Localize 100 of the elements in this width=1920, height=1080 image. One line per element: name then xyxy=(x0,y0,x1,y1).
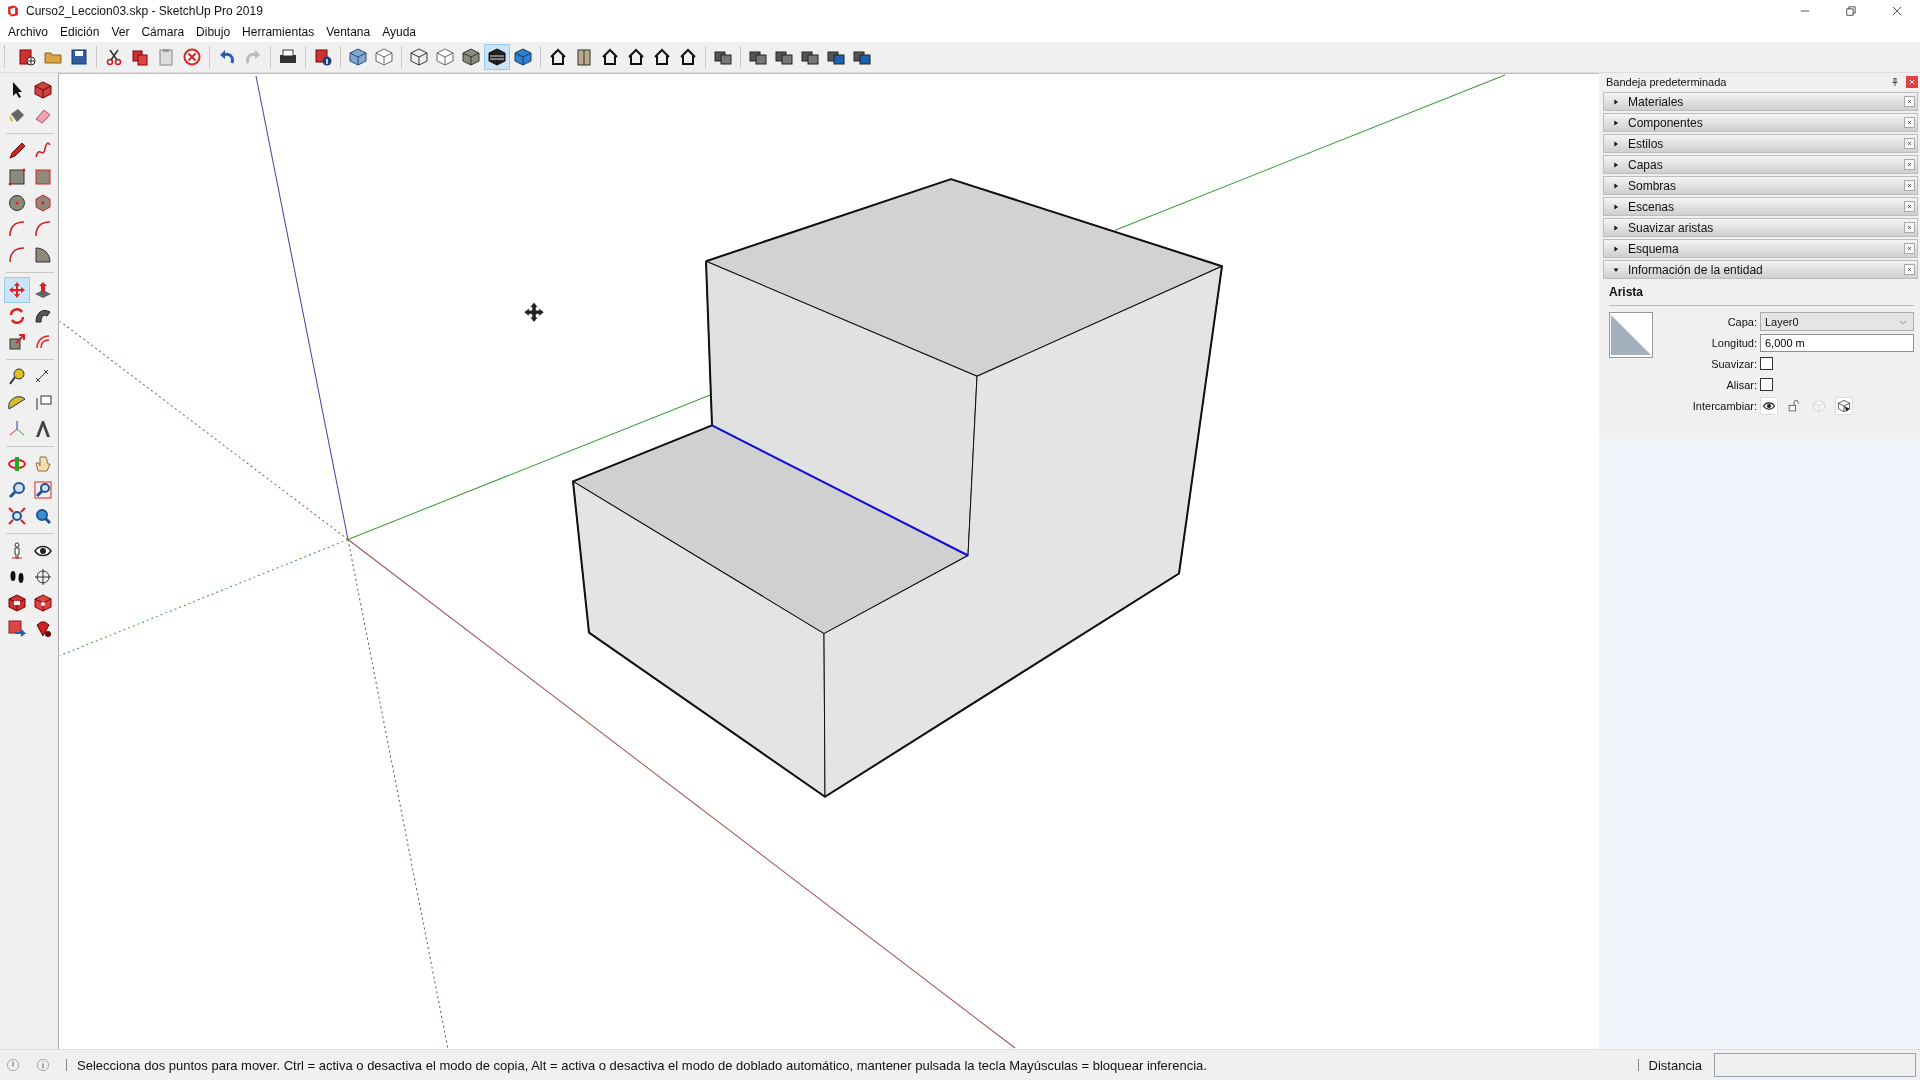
save-icon xyxy=(69,47,89,67)
arc-icon xyxy=(33,219,53,239)
panel-header[interactable]: Capas xyxy=(1603,155,1918,174)
striped-cube-button[interactable] xyxy=(484,44,510,70)
arc-icon xyxy=(7,245,27,265)
pin-icon xyxy=(1890,77,1900,87)
tray-close-button[interactable] xyxy=(1906,76,1918,88)
checkbox[interactable] xyxy=(1760,378,1773,391)
field-label: Longitud: xyxy=(1710,336,1757,349)
menu-item[interactable]: Ventana xyxy=(320,25,377,39)
scissors-icon xyxy=(104,47,124,67)
entity-type-heading: Arista xyxy=(1609,285,1644,299)
menu-item[interactable]: Herramientas xyxy=(236,25,321,39)
caret-right-icon xyxy=(1612,202,1620,211)
caret-right-icon xyxy=(1612,181,1620,190)
panel-header[interactable]: Escenas xyxy=(1603,197,1918,216)
menu-item[interactable]: Cámara xyxy=(135,25,191,39)
panel-header[interactable]: Materiales xyxy=(1603,92,1918,111)
solid-cube-icon xyxy=(513,47,533,67)
app-logo-icon xyxy=(6,4,20,18)
close-icon xyxy=(1908,78,1916,86)
tray-title: Bandeja predeterminada xyxy=(1606,76,1728,88)
checkbox[interactable] xyxy=(1760,357,1773,370)
field-label: Intercambiar: xyxy=(1691,399,1757,412)
polygon-icon xyxy=(33,193,53,213)
house-icon xyxy=(678,47,698,67)
restore-icon xyxy=(1844,4,1858,18)
menu-item[interactable]: Ayuda xyxy=(376,25,422,39)
model-info-icon xyxy=(313,47,333,67)
rectangle-icon xyxy=(7,167,27,187)
menu-item[interactable]: Dibujo xyxy=(190,25,237,39)
caret-right-icon xyxy=(1612,223,1620,232)
toggle-button[interactable] xyxy=(1835,396,1853,415)
panel-close-button[interactable] xyxy=(1904,138,1915,149)
close-icon xyxy=(1906,224,1913,231)
close-icon xyxy=(1906,161,1913,168)
caret-right-icon xyxy=(1612,160,1620,169)
padlock-icon xyxy=(1787,398,1801,413)
panel-close-button[interactable] xyxy=(1904,201,1915,212)
circle-icon xyxy=(7,193,27,213)
cube-outline-icon xyxy=(374,47,394,67)
caret-right-icon xyxy=(1612,139,1620,148)
layer-dropdown[interactable]: Layer0 xyxy=(1760,312,1914,331)
close-icon xyxy=(1906,98,1913,105)
new-file-icon xyxy=(17,47,37,67)
panel-close-button[interactable] xyxy=(1904,159,1915,170)
panel-title: Información de la entidad xyxy=(1628,262,1764,277)
caret-right-icon xyxy=(1612,244,1620,253)
panel-title: Suavizar aristas xyxy=(1628,220,1715,235)
close-icon xyxy=(1906,245,1913,252)
pencil-icon xyxy=(7,141,27,161)
panel-header[interactable]: Esquema xyxy=(1603,239,1918,258)
material-swatch[interactable] xyxy=(1609,312,1653,358)
panel-header[interactable]: Información de la entidad xyxy=(1603,260,1918,279)
paste-icon xyxy=(156,47,176,67)
menu-item[interactable]: Ver xyxy=(105,25,136,39)
panel-close-button[interactable] xyxy=(1904,222,1915,233)
move-icon xyxy=(7,280,27,300)
close-icon xyxy=(1906,182,1913,189)
menu-item[interactable]: Edición xyxy=(54,25,106,39)
pie-icon xyxy=(33,245,53,265)
zoom-extents-icon xyxy=(7,506,27,526)
protractor-icon xyxy=(7,393,27,413)
panel-header[interactable]: Suavizar aristas xyxy=(1603,218,1918,237)
length-field[interactable]: 6,000 m xyxy=(1760,333,1914,352)
menu-item[interactable]: Archivo xyxy=(2,25,54,39)
caret-right-icon xyxy=(1612,97,1620,106)
delete-icon xyxy=(182,47,202,67)
move-button[interactable] xyxy=(4,277,30,303)
panel-close-button[interactable] xyxy=(1904,180,1915,191)
house-icon xyxy=(548,47,568,67)
striped-cube-icon xyxy=(487,47,507,67)
close-icon xyxy=(1906,140,1913,147)
panel-title: Capas xyxy=(1628,157,1664,172)
panel-close-button[interactable] xyxy=(1904,264,1915,275)
letter-shape-icon xyxy=(33,419,53,439)
section-plane-icon xyxy=(33,567,53,587)
panel-close-button[interactable] xyxy=(1904,117,1915,128)
copy-icon xyxy=(130,47,150,67)
panel-header[interactable]: Componentes xyxy=(1603,113,1918,132)
cube-outline-icon xyxy=(1837,398,1851,413)
panel-close-button[interactable] xyxy=(1904,243,1915,254)
rotate-icon xyxy=(7,306,27,326)
close-icon xyxy=(1906,119,1913,126)
panel-title: Componentes xyxy=(1628,115,1704,130)
panel-close-button[interactable] xyxy=(1904,96,1915,107)
panel-header[interactable]: Estilos xyxy=(1603,134,1918,153)
measurement-field[interactable] xyxy=(1714,1053,1916,1077)
orbit-icon xyxy=(7,454,27,474)
panel-title: Sombras xyxy=(1628,178,1678,193)
text-label-icon xyxy=(33,393,53,413)
arc-icon xyxy=(7,219,27,239)
zoom-window-icon xyxy=(33,480,53,500)
house-icon xyxy=(600,47,620,67)
panel-title: Estilos xyxy=(1628,136,1665,151)
cabinet-icon xyxy=(574,47,594,67)
toggle-button[interactable] xyxy=(1760,396,1778,415)
close-icon xyxy=(1906,266,1913,273)
caret-right-icon xyxy=(1612,118,1620,127)
panel-header[interactable]: Sombras xyxy=(1603,176,1918,195)
